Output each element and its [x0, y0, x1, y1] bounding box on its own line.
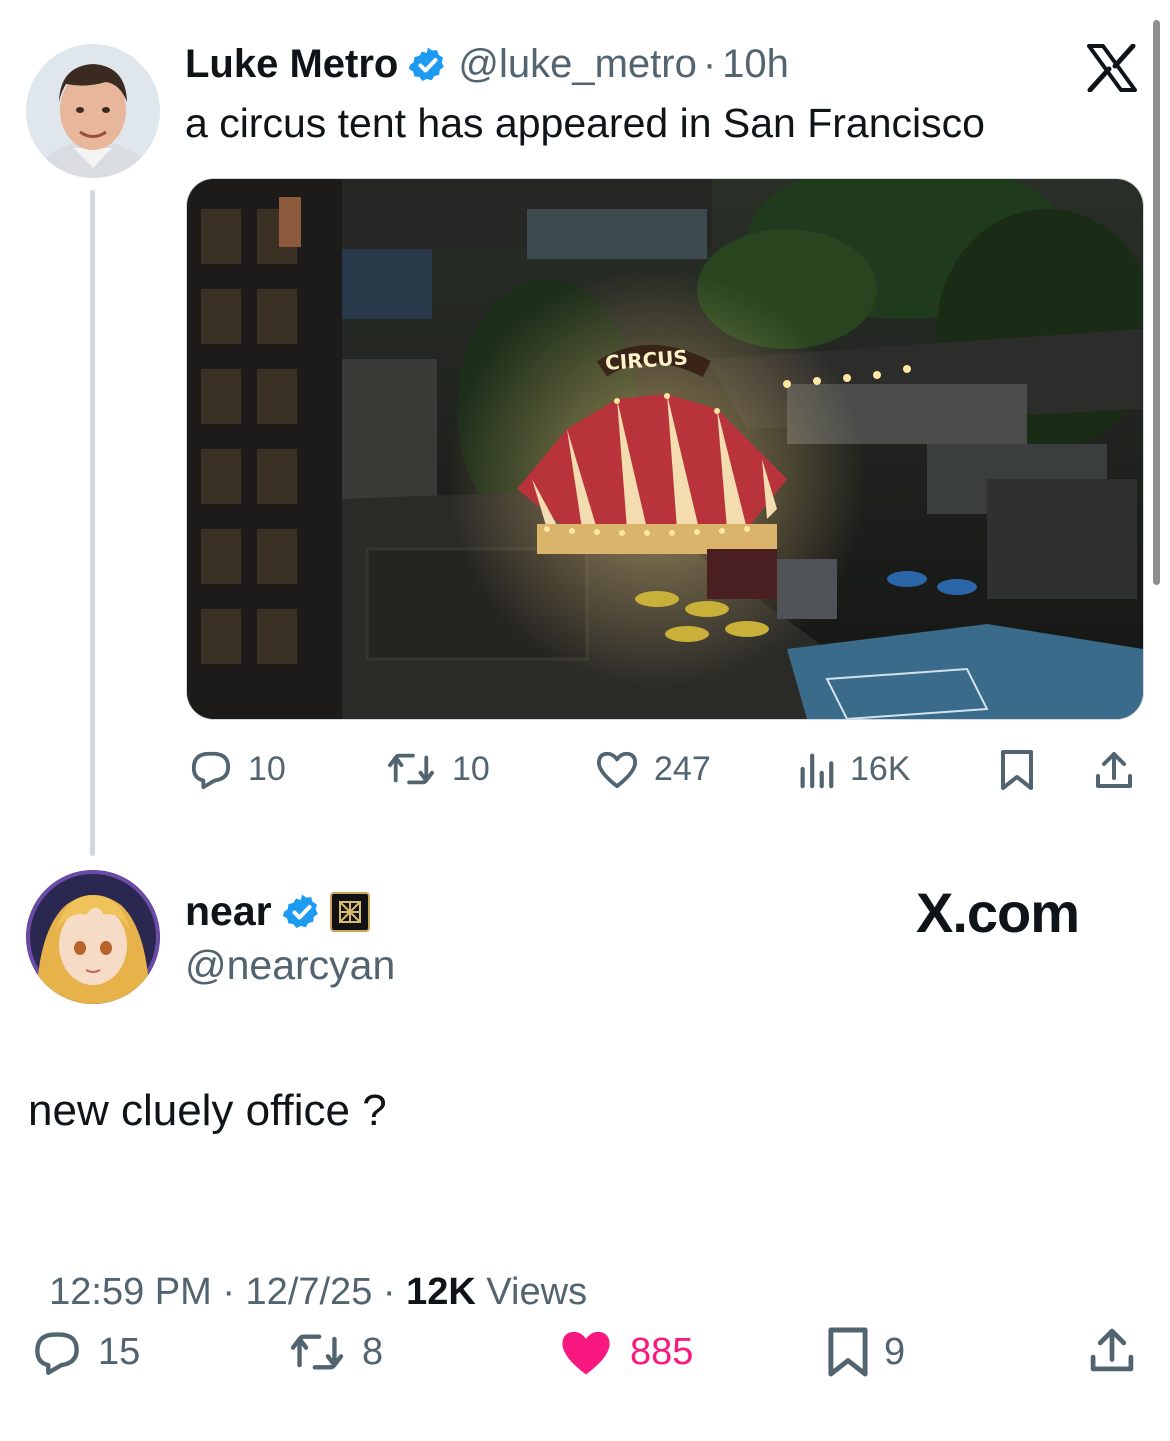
repost-button[interactable]: 10 — [384, 748, 490, 790]
thread-connector-line — [90, 190, 95, 856]
bookmark-button[interactable] — [998, 748, 1036, 797]
reply-count: 10 — [248, 749, 286, 788]
avatar-nearcyan[interactable] — [26, 870, 160, 1004]
bookmark-icon — [826, 1324, 870, 1380]
main-like-count: 885 — [630, 1330, 694, 1373]
quoted-time[interactable]: 10h — [722, 42, 789, 87]
main-tweet-text: new cluely office ? — [28, 1086, 387, 1135]
x-com-brand-label: X.com — [916, 881, 1080, 944]
main-share-button[interactable] — [1086, 1324, 1138, 1381]
views-label: Views — [475, 1271, 588, 1313]
quoted-handle[interactable]: @luke_metro — [458, 42, 696, 87]
views-count-bold: 12K — [406, 1271, 476, 1313]
main-bookmark-button[interactable]: 9 — [826, 1324, 905, 1380]
main-bookmark-count: 9 — [884, 1330, 906, 1373]
quoted-author-name[interactable]: Luke Metro — [185, 42, 398, 87]
verified-badge-icon — [282, 892, 322, 932]
main-like-button[interactable]: 885 — [556, 1326, 693, 1378]
main-handle[interactable]: @nearcyan — [185, 942, 395, 989]
tweet-timestamp[interactable]: 12:59 PM · 12/7/25 · — [49, 1271, 406, 1313]
share-icon — [1086, 1328, 1138, 1380]
repost-count: 10 — [452, 749, 490, 788]
dot-separator: · — [702, 42, 717, 86]
like-icon-filled — [556, 1326, 616, 1378]
like-button[interactable]: 247 — [594, 748, 711, 790]
share-button[interactable] — [1092, 748, 1136, 797]
tweet-timestamp-line: 12:59 PM · 12/7/25 · 12K Views — [28, 1228, 587, 1314]
share-icon — [1092, 752, 1136, 796]
reply-icon — [30, 1328, 84, 1376]
affiliate-badge-icon[interactable] — [329, 891, 370, 932]
views-count: 16K — [850, 749, 911, 788]
like-icon — [594, 748, 640, 790]
scrollbar[interactable] — [1153, 20, 1160, 585]
main-reply-count: 15 — [98, 1330, 141, 1373]
views-icon — [796, 748, 836, 790]
circus-tent-photo[interactable]: CIRCUS — [186, 178, 1144, 720]
reply-icon — [188, 748, 234, 790]
bookmark-icon — [998, 750, 1036, 796]
main-repost-count: 8 — [362, 1330, 384, 1373]
reply-button[interactable]: 10 — [188, 748, 286, 790]
avatar-luke-metro[interactable] — [26, 44, 160, 178]
verified-badge-icon — [408, 45, 448, 85]
x-logo-icon[interactable] — [1086, 43, 1138, 97]
main-author-name[interactable]: near — [185, 888, 272, 935]
repost-icon — [286, 1328, 348, 1376]
like-count: 247 — [654, 749, 711, 788]
quoted-tweet-text: a circus tent has appeared in San Franci… — [185, 100, 985, 146]
views-button[interactable]: 16K — [796, 748, 911, 790]
main-repost-button[interactable]: 8 — [286, 1328, 383, 1376]
main-reply-button[interactable]: 15 — [30, 1328, 140, 1376]
repost-icon — [384, 748, 438, 790]
